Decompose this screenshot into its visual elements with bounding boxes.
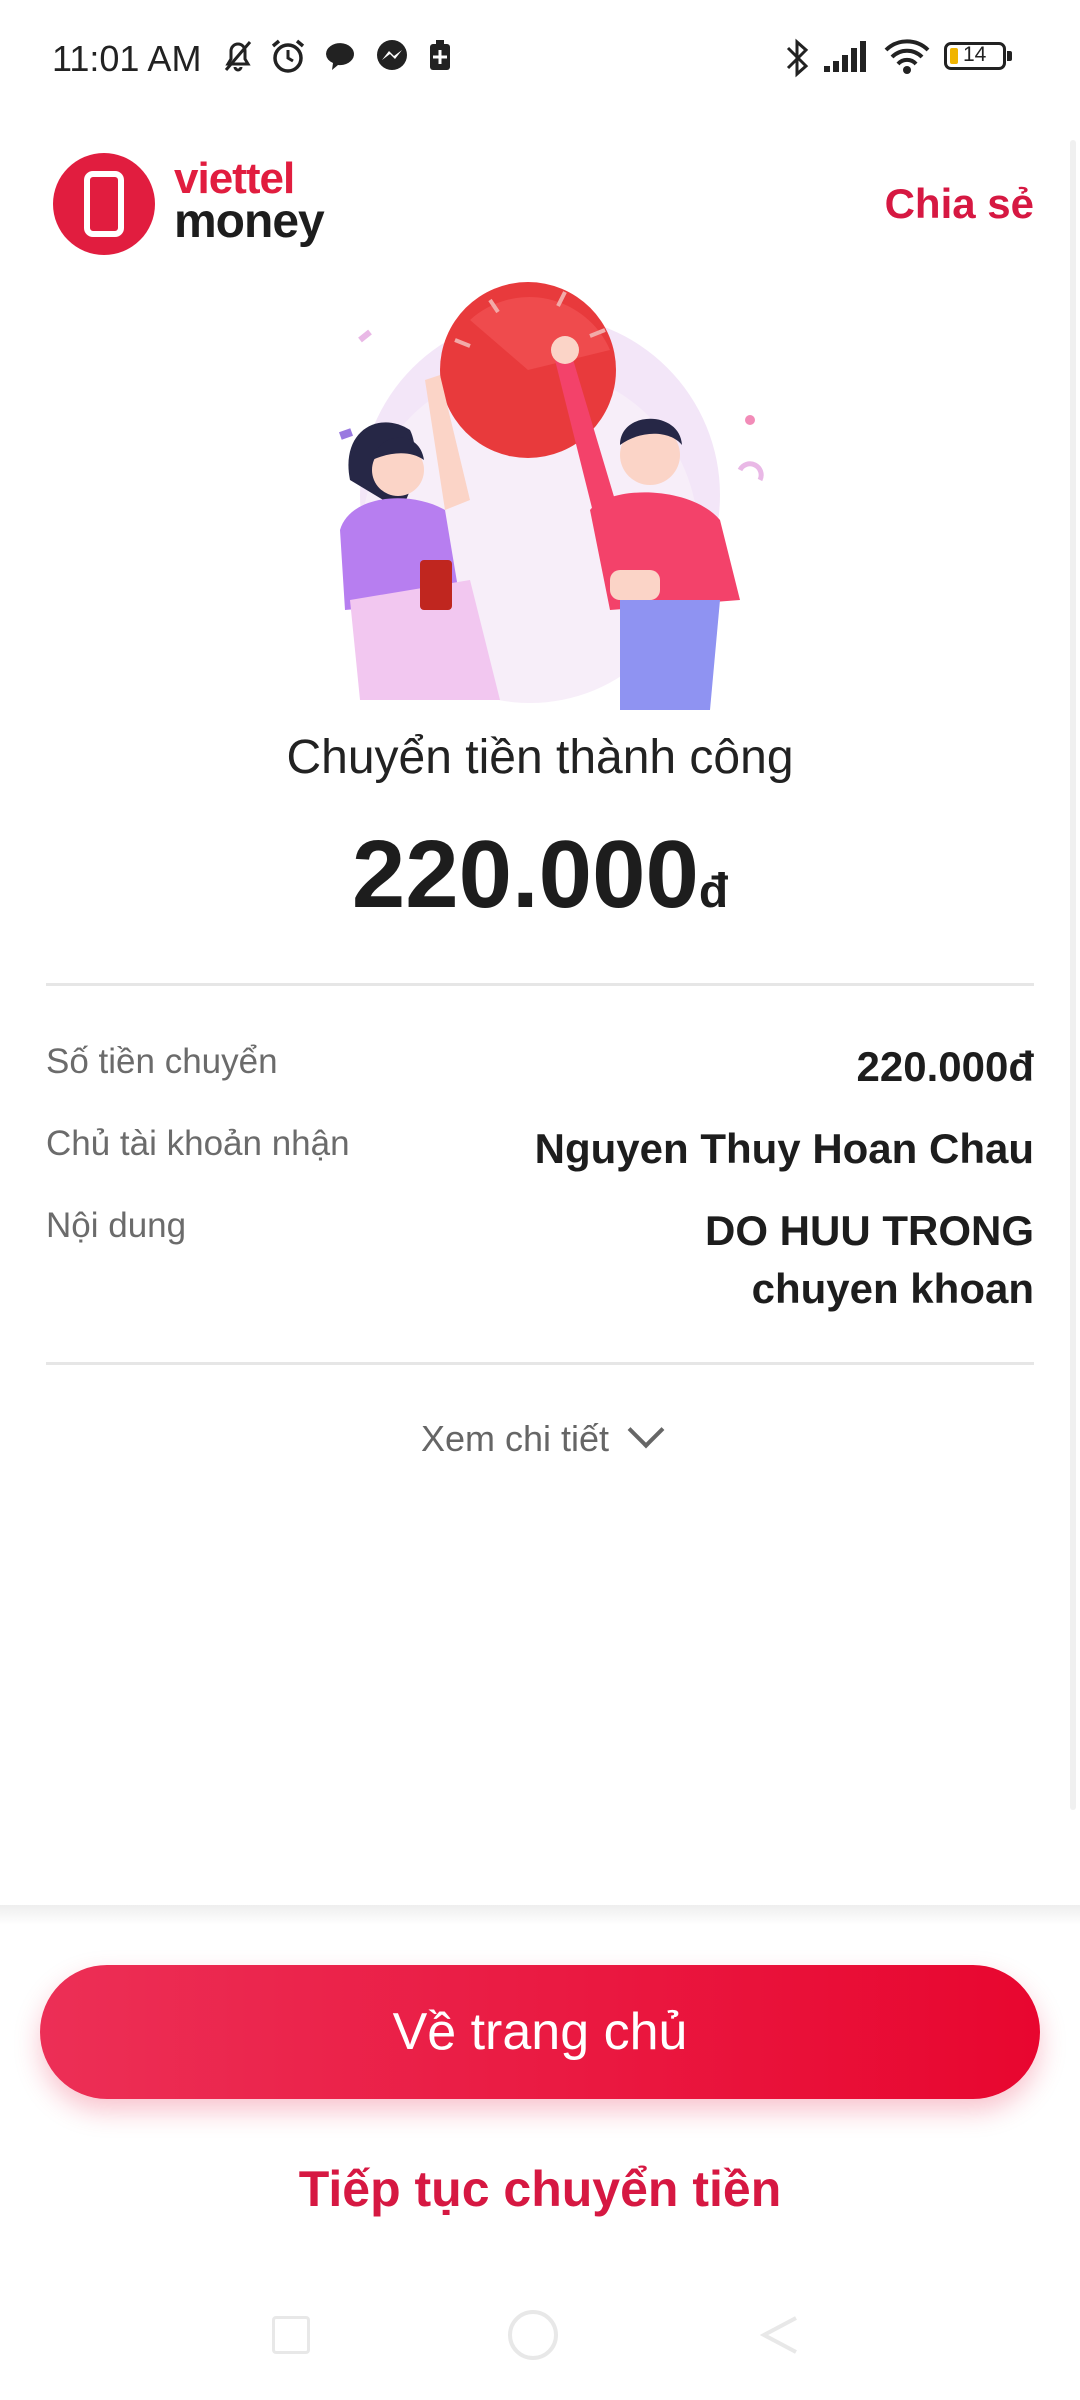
detail-value-amount: 220.000đ (856, 1043, 1034, 1090)
transfer-amount: 220.000đ (0, 820, 1080, 930)
battery-saver-icon (430, 40, 450, 70)
nav-back-button[interactable] (756, 2312, 802, 2358)
bottom-panel-shadow (0, 1905, 1080, 1925)
signal-icon (824, 41, 866, 72)
amount-value: 220.000 (351, 821, 699, 928)
mute-bell-icon (224, 41, 252, 72)
wifi-icon (884, 39, 930, 74)
alarm-icon (271, 39, 305, 73)
nav-home-button[interactable] (508, 2310, 558, 2360)
view-details-label: Xem chi tiết (420, 1418, 610, 1459)
scrollbar[interactable] (1070, 140, 1076, 1810)
detail-label-receiver: Chủ tài khoản nhận (46, 1124, 350, 1163)
viettel-money-logo: viettel money (52, 150, 362, 260)
logo-text-money: money (174, 195, 325, 248)
status-time: 11:01 AM (52, 38, 202, 79)
chevron-down-icon (627, 1411, 665, 1449)
battery-icon: 14 (944, 42, 1012, 70)
success-illustration (338, 282, 764, 710)
bluetooth-icon (786, 38, 809, 78)
view-details-toggle[interactable]: Xem chi tiết (0, 1411, 1080, 1460)
detail-label-content: Nội dung (46, 1206, 187, 1245)
detail-label-amount: Số tiền chuyển (46, 1042, 278, 1081)
divider-bottom (46, 1362, 1034, 1365)
amount-currency: đ (698, 865, 729, 918)
continue-transfer-button[interactable]: Tiếp tục chuyển tiền (0, 2160, 1080, 2218)
detail-value-receiver: Nguyen Thuy Hoan Chau (534, 1125, 1034, 1172)
nav-recents-button[interactable] (272, 2316, 310, 2354)
divider-top (46, 983, 1034, 986)
home-button-label: Về trang chủ (392, 2003, 688, 2061)
success-title: Chuyển tiền thành công (286, 731, 794, 784)
battery-level: 14 (963, 43, 987, 66)
home-button[interactable]: Về trang chủ (40, 1965, 1040, 2099)
messenger-icon (377, 40, 407, 70)
logo-phone-icon (53, 153, 155, 255)
status-bar: 11:01 AM 14 (0, 0, 1080, 120)
share-button[interactable]: Chia sẻ (885, 180, 1034, 228)
detail-value-content: DO HUU TRONG chuyen khoan (705, 1207, 1034, 1312)
chat-icon (326, 43, 354, 70)
